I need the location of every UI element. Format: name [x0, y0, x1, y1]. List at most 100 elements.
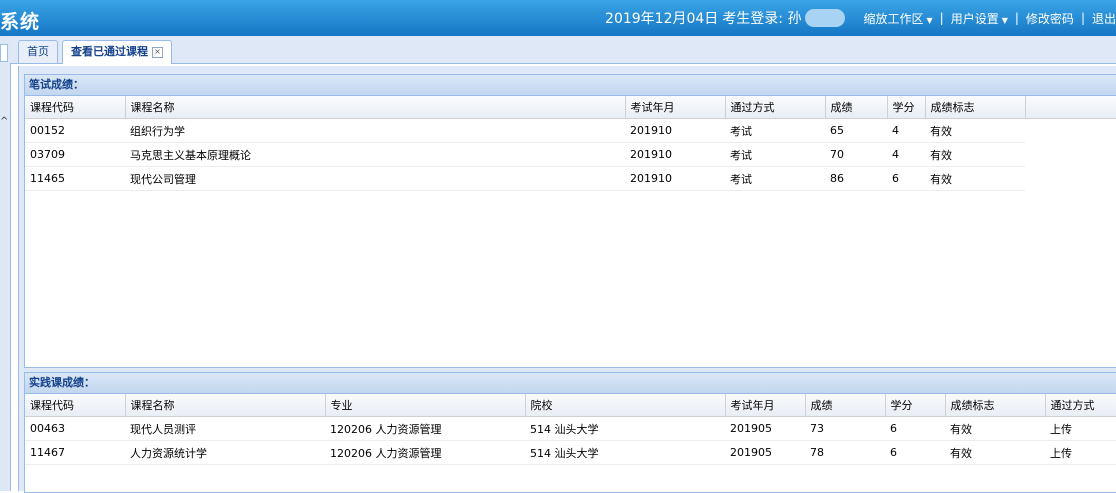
column-header[interactable]: 课程名称	[125, 394, 326, 417]
close-icon[interactable]: ×	[152, 46, 163, 58]
menu-separator: |	[1014, 11, 1019, 25]
caret-down-icon: ▼	[926, 15, 933, 25]
menu-label: 缩放工作区	[863, 11, 924, 26]
table-cell: 65	[825, 118, 887, 143]
table-cell-filler	[1025, 119, 1116, 143]
table-cell: 有效	[925, 166, 1025, 191]
tab-passed-courses[interactable]: 查看已通过课程 ×	[62, 40, 172, 64]
table-cell: 201910	[625, 118, 725, 143]
table-cell-filler	[1025, 167, 1116, 191]
menu-separator: |	[1080, 11, 1085, 25]
tab-label: 查看已通过课程	[71, 45, 148, 58]
table-cell: 03709	[25, 142, 125, 167]
table-cell: 有效	[945, 416, 1045, 441]
login-user: 考生登录: 孙	[722, 11, 802, 27]
menu-label: 用户设置	[950, 11, 999, 26]
column-header[interactable]: 考试年月	[625, 96, 726, 119]
panel-toggle-icon[interactable]	[0, 44, 8, 62]
table-cell: 11465	[25, 166, 125, 191]
column-header[interactable]: 课程代码	[25, 394, 126, 417]
table-cell: 现代公司管理	[125, 166, 625, 191]
column-header[interactable]: 通过方式	[725, 96, 826, 119]
table-cell: 00463	[25, 416, 125, 441]
table-cell: 201905	[725, 440, 805, 465]
table-cell: 201910	[625, 166, 725, 191]
column-header[interactable]: 通过方式	[1045, 394, 1116, 417]
system-title: 系统	[0, 11, 41, 33]
column-header[interactable]: 学分	[887, 96, 926, 119]
table-cell: 6	[885, 440, 945, 465]
table-cell: 上传	[1045, 416, 1116, 441]
written-scores-panel: 笔试成绩： 课程代码 课程名称 考试年月 通过方式 成绩 学分 成绩标志 00152 组织行为…	[24, 74, 1116, 368]
tab-home[interactable]: 首页	[18, 40, 58, 63]
column-header[interactable]: 成绩	[825, 96, 888, 119]
written-scores-table: 课程代码 课程名称 考试年月 通过方式 成绩 学分 成绩标志 00152 组织行为学 20191…	[25, 96, 1116, 191]
table-cell: 6	[885, 416, 945, 441]
left-collapsed-panel[interactable]: ^	[0, 36, 11, 491]
table-cell: 514 汕头大学	[525, 440, 725, 465]
table-row[interactable]: 03709 马克思主义基本原理概论 201910 考试 70 4 有效	[25, 142, 1116, 167]
table-cell: 考试	[725, 142, 825, 167]
table-cell: 6	[887, 166, 925, 191]
table-cell: 120206 人力资源管理	[325, 416, 525, 441]
menu-logout[interactable]: 退出	[1092, 10, 1116, 27]
column-header-filler	[1025, 96, 1116, 119]
table-cell: 70	[825, 142, 887, 167]
table-cell: 上传	[1045, 440, 1116, 465]
top-header: 系统 2019年12月04日 考生登录: 孙 缩放工作区 ▼ | 用户设置 ▼ | …	[0, 0, 1116, 36]
current-date: 2019年12月04日	[605, 11, 719, 27]
practice-scores-table: 课程代码 课程名称 专业 院校 考试年月 成绩 学分 成绩标志 通过方式 00463 现代人员测评…	[25, 394, 1116, 465]
table-header-row: 课程代码 课程名称 考试年月 通过方式 成绩 学分 成绩标志	[25, 96, 1116, 119]
user-name-redacted	[805, 9, 846, 27]
menu-change-password[interactable]: 修改密码	[1026, 10, 1074, 27]
panel-title: 实践课成绩：	[25, 373, 1116, 394]
table-cell: 有效	[925, 142, 1025, 167]
table-cell: 201910	[625, 142, 725, 167]
table-cell: 现代人员测评	[125, 416, 325, 441]
table-row[interactable]: 11465 现代公司管理 201910 考试 86 6 有效	[25, 166, 1116, 191]
caret-down-icon: ▼	[1001, 15, 1008, 25]
table-cell: 4	[887, 142, 925, 167]
column-header[interactable]: 课程名称	[125, 96, 626, 119]
table-cell: 73	[805, 416, 885, 441]
table-row[interactable]: 00463 现代人员测评 120206 人力资源管理 514 汕头大学 201905 73…	[25, 416, 1116, 441]
table-cell: 78	[805, 440, 885, 465]
column-header[interactable]: 考试年月	[725, 394, 806, 417]
table-cell: 马克思主义基本原理概论	[125, 142, 625, 167]
menu-user-settings[interactable]: 用户设置 ▼	[951, 10, 1008, 27]
table-cell: 201905	[725, 416, 805, 441]
table-cell: 11467	[25, 440, 125, 465]
practice-scores-panel: 实践课成绩： 课程代码 课程名称 专业 院校 考试年月 成绩 学分 成绩标志 通过方式 0046…	[24, 372, 1116, 493]
table-cell: 组织行为学	[125, 118, 625, 143]
table-cell: 考试	[725, 118, 825, 143]
table-row[interactable]: 00152 组织行为学 201910 考试 65 4 有效	[25, 118, 1116, 143]
main-content: 笔试成绩： 课程代码 课程名称 考试年月 通过方式 成绩 学分 成绩标志 00152 组织行为…	[18, 66, 1116, 493]
table-header-row: 课程代码 课程名称 专业 院校 考试年月 成绩 学分 成绩标志 通过方式	[25, 394, 1116, 417]
column-header[interactable]: 课程代码	[25, 96, 126, 119]
panel-title: 笔试成绩：	[25, 75, 1116, 96]
tab-label: 首页	[27, 45, 49, 58]
table-row[interactable]: 11467 人力资源统计学 120206 人力资源管理 514 汕头大学 201905 7…	[25, 440, 1116, 465]
tab-bar: 首页 查看已通过课程 ×	[10, 36, 1116, 64]
table-cell: 人力资源统计学	[125, 440, 325, 465]
table-cell: 有效	[945, 440, 1045, 465]
column-header[interactable]: 成绩标志	[945, 394, 1046, 417]
column-header[interactable]: 成绩	[805, 394, 886, 417]
column-header[interactable]: 院校	[525, 394, 726, 417]
collapse-arrow-icon[interactable]: ^	[0, 116, 8, 127]
table-cell-filler	[1025, 143, 1116, 167]
menu-zoom-workspace[interactable]: 缩放工作区 ▼	[863, 10, 932, 27]
table-cell: 120206 人力资源管理	[325, 440, 525, 465]
table-cell: 514 汕头大学	[525, 416, 725, 441]
header-right: 2019年12月04日 考生登录: 孙 缩放工作区 ▼ | 用户设置 ▼ | 修改密…	[605, 0, 1116, 36]
table-cell: 有效	[925, 118, 1025, 143]
menu-separator: |	[939, 11, 944, 25]
table-cell: 考试	[725, 166, 825, 191]
column-header[interactable]: 成绩标志	[925, 96, 1026, 119]
header-menu: 缩放工作区 ▼ | 用户设置 ▼ | 修改密码 | 退出	[863, 10, 1116, 27]
table-cell: 86	[825, 166, 887, 191]
table-cell: 4	[887, 118, 925, 143]
column-header[interactable]: 学分	[885, 394, 946, 417]
table-cell: 00152	[25, 118, 125, 143]
column-header[interactable]: 专业	[325, 394, 526, 417]
